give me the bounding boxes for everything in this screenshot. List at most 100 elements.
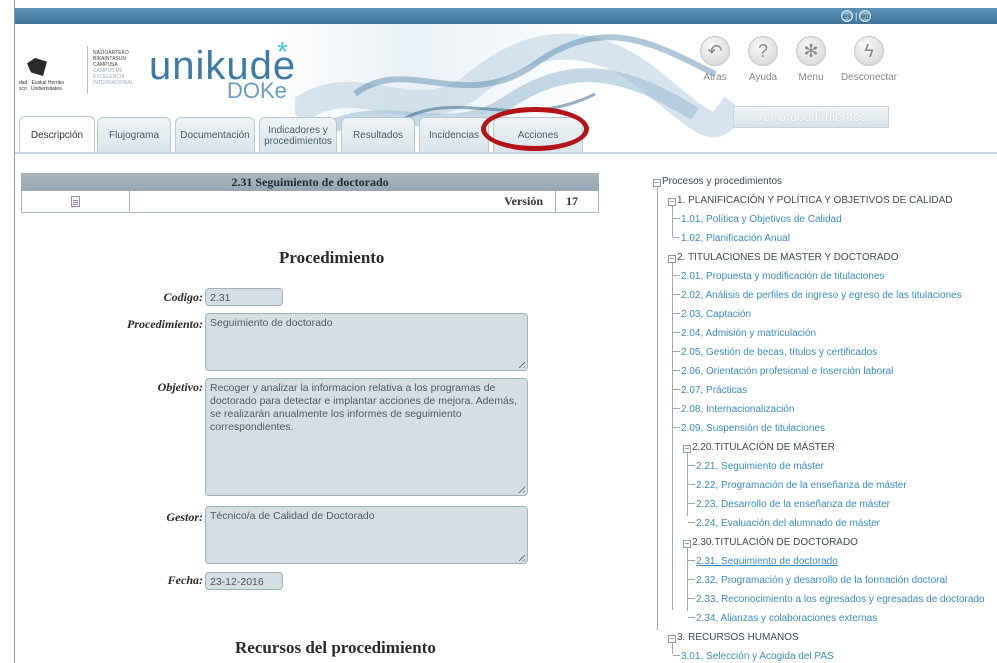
tree-branch <box>688 598 695 599</box>
tree-branch <box>673 351 680 352</box>
logout-button[interactable]: ϟ Desconectar <box>839 36 899 83</box>
tab-incidencias[interactable]: Incidencias <box>419 117 489 153</box>
nav-toolbar: ↶ Atras ? Ayuda ✻ Menu ϟ Desconectar <box>695 36 899 83</box>
tree-group-230[interactable]: −2.30.TITULACIÓN DE DOCTORADO <box>683 533 858 552</box>
tree-item[interactable]: 1.01, Política y Objetivos de Calidad <box>673 210 842 229</box>
tree-group-1[interactable]: −1. PLANIFICACIÓN Y POLÍTICA Y OBJETIVOS… <box>668 191 952 210</box>
tree-branch <box>673 389 680 390</box>
tree-item[interactable]: 2.04, Admisión y matriculación <box>673 324 816 343</box>
collapse-icon[interactable]: − <box>668 255 676 263</box>
gestor-field[interactable]: Técnico/a de Calidad de Doctorado <box>205 506 528 564</box>
tree-node-label: 2.30.TITULACIÓN DE DOCTORADO <box>692 537 858 548</box>
asterisk-icon: * <box>277 36 289 67</box>
procedimiento-field[interactable]: Seguimiento de doctorado <box>205 313 528 371</box>
tree-item[interactable]: 2.07, Prácticas <box>673 381 747 400</box>
codigo-label: Codigo: <box>163 290 203 304</box>
tree-item-current[interactable]: 2.31, Seguimiento de doctorado <box>688 552 838 571</box>
tree-node-label: 2.09, Suspensión de titulaciones <box>681 423 825 434</box>
help-button[interactable]: ? Ayuda <box>743 36 783 83</box>
collapse-icon[interactable]: − <box>653 179 661 187</box>
university-emblem-icon <box>27 58 47 76</box>
app-window: es | eu dad Euskal Herriko sco Unibertsi… <box>14 0 997 663</box>
collapse-icon[interactable]: − <box>668 198 676 206</box>
tree-item[interactable]: 2.24, Evaluación del alumnado de máster <box>688 514 880 533</box>
fecha-field[interactable]: 23-12-2016 <box>205 572 283 590</box>
tree-branch <box>673 313 680 314</box>
tree-branch <box>688 484 695 485</box>
question-icon: ? <box>748 36 778 66</box>
fecha-label: Fecha: <box>167 573 203 587</box>
back-button[interactable]: ↶ Atras <box>695 36 735 83</box>
tree-node-label: Procesos y procedimientos <box>662 176 783 187</box>
tree-branch <box>673 655 680 656</box>
codigo-field[interactable]: 2.31 <box>205 288 283 306</box>
version-row: Versión 17 <box>21 191 599 213</box>
tree-group-2[interactable]: −2. TITULACIONES DE MASTER Y DOCTORADO <box>668 248 899 267</box>
tree-item[interactable]: 2.34, Alianzas y colaboraciones externas <box>688 609 877 628</box>
tree-root[interactable]: − Procesos y procedimientos <box>653 172 782 191</box>
tab-indicadores[interactable]: Indicadores y procedimientos <box>259 117 337 153</box>
tree-branch <box>673 427 680 428</box>
tree-branch <box>688 503 695 504</box>
lang-es-button[interactable]: es <box>841 10 853 22</box>
tab-descripcion[interactable]: Descripción <box>19 116 95 154</box>
tree-item[interactable]: 2.05, Gestión de becas, títulos y certif… <box>673 343 877 362</box>
back-arrow-icon: ↶ <box>700 36 730 66</box>
resize-grip-icon[interactable] <box>516 552 525 561</box>
campus-sub-line: INTERNACIONAL <box>93 80 134 86</box>
objetivo-field[interactable]: Recoger y analizar la informacion relati… <box>205 378 528 496</box>
tree-node-label: 2.33, Reconocimiento a los egresados y e… <box>696 594 985 605</box>
menu-button[interactable]: ✻ Menu <box>791 36 831 83</box>
tree-item[interactable]: 2.22, Programación de la enseñanza de má… <box>688 476 907 495</box>
tree-item[interactable]: 2.23, Desarrollo de la enseñanza de mást… <box>688 495 890 514</box>
tree-item[interactable]: 2.09, Suspensión de titulaciones <box>673 419 825 438</box>
tree-item[interactable]: 2.21, Seguimiento de máster <box>688 457 824 476</box>
tab-resultados[interactable]: Resultados <box>341 117 415 153</box>
collapse-icon[interactable]: − <box>683 445 691 453</box>
procedure-title: 2.31 Seguimiento de doctorado <box>21 173 599 191</box>
tree-item[interactable]: 2.08, Internacionalización <box>673 400 794 419</box>
tree-group-220[interactable]: −2.20.TITULACIÓN DE MÁSTER <box>683 438 835 457</box>
university-name: dad Euskal Herriko sco Unibertsitatea <box>19 80 65 92</box>
tree-item[interactable]: 2.02, Análisis de perfiles de ingreso y … <box>673 286 962 305</box>
tree-node-label: 1.01, Política y Objetivos de Calidad <box>681 214 842 225</box>
lang-separator: | <box>855 11 858 21</box>
asterisk-menu-icon: ✻ <box>796 36 826 66</box>
app-subname: DOKe <box>227 78 287 103</box>
university-logo[interactable]: dad Euskal Herriko sco Unibertsitatea <box>19 46 75 96</box>
gestor-label: Gestor: <box>166 510 203 524</box>
tree-item[interactable]: 2.01, Propuesta y modificación de titula… <box>673 267 884 286</box>
tree-node-label: 2. TITULACIONES DE MASTER Y DOCTORADO <box>677 252 899 263</box>
tree-connector <box>657 182 658 630</box>
collapse-icon[interactable]: − <box>683 540 691 548</box>
tab-flujograma[interactable]: Flujograma <box>97 117 171 153</box>
collapse-icon[interactable]: − <box>668 635 676 643</box>
help-label: Ayuda <box>748 72 778 83</box>
tree-node-label: 2.23, Desarrollo de la enseñanza de mást… <box>696 499 891 510</box>
tree-item[interactable]: 2.03, Captación <box>673 305 751 324</box>
version-value: 17 <box>566 194 578 208</box>
resize-grip-icon[interactable] <box>516 484 525 493</box>
tree-item[interactable]: 2.32, Programación y desarrollo de la fo… <box>688 571 947 590</box>
lang-eu-button[interactable]: eu <box>859 10 872 22</box>
tree-node-label: 2.31, Seguimiento de doctorado <box>696 556 838 567</box>
tree-node-label: 1. PLANIFICACIÓN Y POLÍTICA Y OBJETIVOS … <box>677 195 953 206</box>
annotation-ellipse <box>481 107 589 151</box>
tab-documentacion[interactable]: Documentación <box>175 117 255 153</box>
procedimiento-value: Seguimiento de doctorado <box>210 317 333 329</box>
tree-node-label: 2.24, Evaluación del alumnado de máster <box>696 518 881 529</box>
tree-item[interactable]: 2.06, Orientación profesional e Inserció… <box>673 362 893 381</box>
tree-item[interactable]: 2.33, Reconocimiento a los egresados y e… <box>688 590 985 609</box>
tree-item[interactable]: 3.01, Selección y Acogida del PAS <box>673 647 834 663</box>
tree-branch <box>673 218 680 219</box>
tree-branch <box>688 560 695 561</box>
tree-branch <box>688 617 695 618</box>
document-cell[interactable] <box>22 191 130 212</box>
tree-node-label: 1.02, Planificación Anual <box>681 233 790 244</box>
resize-grip-icon[interactable] <box>516 359 525 368</box>
tree-item[interactable]: 1.02, Planificación Anual <box>673 229 790 248</box>
tree-branch <box>673 294 680 295</box>
objetivo-value: Recoger y analizar la informacion relati… <box>210 382 518 433</box>
tree-group-3[interactable]: −3. RECURSOS HUMANOS <box>668 628 799 647</box>
tree-branch <box>673 275 680 276</box>
